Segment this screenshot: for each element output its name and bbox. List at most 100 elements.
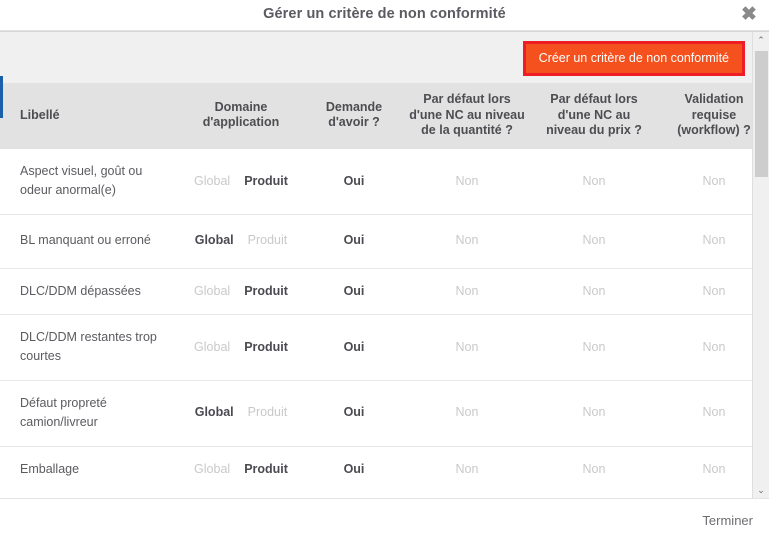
cell-libelle: Aspect visuel, goût ou odeur anormal(e)	[0, 148, 176, 215]
cell-validation-requise: Non	[656, 379, 752, 446]
domaine-tag-produit: Produit	[244, 283, 288, 298]
cell-demande-avoir-value: Oui	[343, 339, 365, 354]
cell-defaut-quantite-value: Non	[455, 461, 479, 476]
chevron-down-icon[interactable]: ⌄	[753, 482, 769, 499]
cell-validation-requise-value: Non	[702, 339, 726, 354]
cell-demande-avoir-value: Oui	[343, 461, 365, 476]
cell-demande-avoir: Oui	[306, 379, 402, 446]
create-nonconformity-criterion-button[interactable]: Créer un critère de non conformité	[525, 44, 742, 73]
cell-defaut-quantite-value: Non	[455, 405, 479, 420]
domaine-tag-global: Global	[194, 405, 234, 420]
column-header-validation-requise: Validation requise (workflow) ?	[656, 83, 752, 149]
cell-defaut-quantite-value: Non	[455, 339, 479, 354]
chevron-up-icon[interactable]: ⌃	[753, 32, 769, 49]
cell-defaut-prix-value: Non	[582, 233, 606, 248]
table-header-row: Libellé Domaine d'application Demande d'…	[0, 83, 752, 149]
cell-validation-requise-value: Non	[702, 405, 726, 420]
cell-defaut-quantite-value: Non	[455, 173, 479, 188]
domaine-tag-global: Global	[194, 283, 231, 298]
cell-defaut-prix-value: Non	[582, 461, 606, 476]
dialog-toolbar: Créer un critère de non conformité	[0, 32, 752, 83]
close-icon[interactable]: ✖	[738, 4, 760, 26]
cell-validation-requise: Non	[656, 267, 752, 315]
cell-demande-avoir: Oui	[306, 213, 402, 269]
table-row: DLC/DDM restantes trop courtes Global Prod…	[0, 314, 752, 381]
cell-demande-avoir: Oui	[306, 445, 402, 492]
column-header-domaine-application: Domaine d'application	[176, 83, 306, 149]
cell-domaine-application: Global Produit	[176, 445, 306, 492]
cell-defaut-prix-value: Non	[582, 173, 606, 188]
domaine-tag-produit: Produit	[244, 173, 288, 188]
cell-defaut-prix: Non	[532, 213, 656, 269]
criteria-table-body: Aspect visuel, goût ou odeur anormal(e) G…	[0, 148, 752, 492]
table-row: BL manquant ou erroné Global Produit Oui Non…	[0, 213, 752, 269]
cell-domaine-application: Global Produit	[176, 267, 306, 315]
cell-domaine-application: Global Produit	[176, 379, 306, 446]
cell-demande-avoir: Oui	[306, 314, 402, 381]
cell-defaut-quantite-value: Non	[455, 283, 479, 298]
domaine-tag-global: Global	[194, 339, 231, 354]
domaine-tag-global: Global	[194, 233, 234, 248]
cell-defaut-prix: Non	[532, 314, 656, 381]
domaine-tag-produit: Produit	[247, 405, 288, 420]
cell-libelle: DLC/DDM restantes trop courtes	[0, 314, 176, 381]
domaine-tag-global: Global	[194, 173, 231, 188]
cell-defaut-prix: Non	[532, 148, 656, 215]
table-row: Emballage Global Produit Oui Non Non Non	[0, 445, 752, 492]
cell-defaut-prix: Non	[532, 445, 656, 492]
cell-defaut-quantite: Non	[402, 267, 532, 315]
cell-validation-requise: Non	[656, 445, 752, 492]
cell-demande-avoir: Oui	[306, 148, 402, 215]
cell-libelle: DLC/DDM dépassées	[0, 267, 176, 315]
cell-defaut-quantite: Non	[402, 379, 532, 446]
focus-indicator-strip	[0, 76, 3, 118]
dialog-body: Créer un critère de non conformité Libel…	[0, 31, 769, 499]
criteria-table: Libellé Domaine d'application Demande d'…	[0, 83, 752, 492]
cell-defaut-quantite: Non	[402, 445, 532, 492]
cell-validation-requise: Non	[656, 148, 752, 215]
cell-libelle: Défaut propreté camion/livreur	[0, 379, 176, 446]
cell-defaut-quantite: Non	[402, 213, 532, 269]
cell-defaut-quantite-value: Non	[455, 233, 479, 248]
cell-defaut-prix-value: Non	[582, 283, 606, 298]
cell-libelle: BL manquant ou erroné	[0, 213, 176, 269]
cell-defaut-prix: Non	[532, 379, 656, 446]
table-row: DLC/DDM dépassées Global Produit Oui Non Non N…	[0, 267, 752, 315]
criteria-table-header: Libellé Domaine d'application Demande d'…	[0, 83, 752, 149]
dialog-footer: Terminer	[0, 498, 769, 547]
criteria-table-viewport: Libellé Domaine d'application Demande d'…	[0, 83, 752, 499]
scrollbar-thumb[interactable]	[755, 51, 768, 177]
cell-demande-avoir-value: Oui	[343, 405, 365, 420]
column-header-defaut-quantite: Par défaut lors d'une NC au niveau de la…	[402, 83, 532, 149]
cell-demande-avoir-value: Oui	[343, 283, 365, 298]
domaine-tag-global: Global	[194, 461, 231, 476]
cell-defaut-quantite: Non	[402, 148, 532, 215]
cell-validation-requise-value: Non	[702, 173, 726, 188]
dialog-titlebar: Gérer un critère de non conformité ✖	[0, 0, 769, 31]
column-header-defaut-prix: Par défaut lors d'une NC au niveau du pr…	[532, 83, 656, 149]
manage-nonconformity-criteria-dialog: Gérer un critère de non conformité ✖ Cré…	[0, 0, 769, 547]
column-header-libelle: Libellé	[0, 83, 176, 149]
cell-validation-requise-value: Non	[702, 233, 726, 248]
domaine-tag-produit: Produit	[247, 233, 288, 248]
column-header-demande-avoir: Demande d'avoir ?	[306, 83, 402, 149]
cell-domaine-application: Global Produit	[176, 314, 306, 381]
cell-domaine-application: Global Produit	[176, 213, 306, 269]
cell-libelle: Emballage	[0, 445, 176, 492]
table-row: Aspect visuel, goût ou odeur anormal(e) G…	[0, 148, 752, 215]
cell-defaut-quantite: Non	[402, 314, 532, 381]
page-title: Gérer un critère de non conformité	[263, 6, 506, 22]
cell-validation-requise-value: Non	[702, 461, 726, 476]
cell-validation-requise: Non	[656, 213, 752, 269]
cell-validation-requise: Non	[656, 314, 752, 381]
cell-demande-avoir-value: Oui	[343, 173, 365, 188]
vertical-scrollbar[interactable]: ⌃ ⌄	[752, 32, 769, 499]
domaine-tag-produit: Produit	[244, 339, 288, 354]
create-button-highlight: Créer un critère de non conformité	[522, 41, 745, 76]
cell-defaut-prix: Non	[532, 267, 656, 315]
table-row: Défaut propreté camion/livreur Global Prod…	[0, 379, 752, 446]
cell-demande-avoir-value: Oui	[343, 233, 365, 248]
cell-demande-avoir: Oui	[306, 267, 402, 315]
finish-button[interactable]: Terminer	[702, 513, 753, 528]
cell-defaut-prix-value: Non	[582, 405, 606, 420]
